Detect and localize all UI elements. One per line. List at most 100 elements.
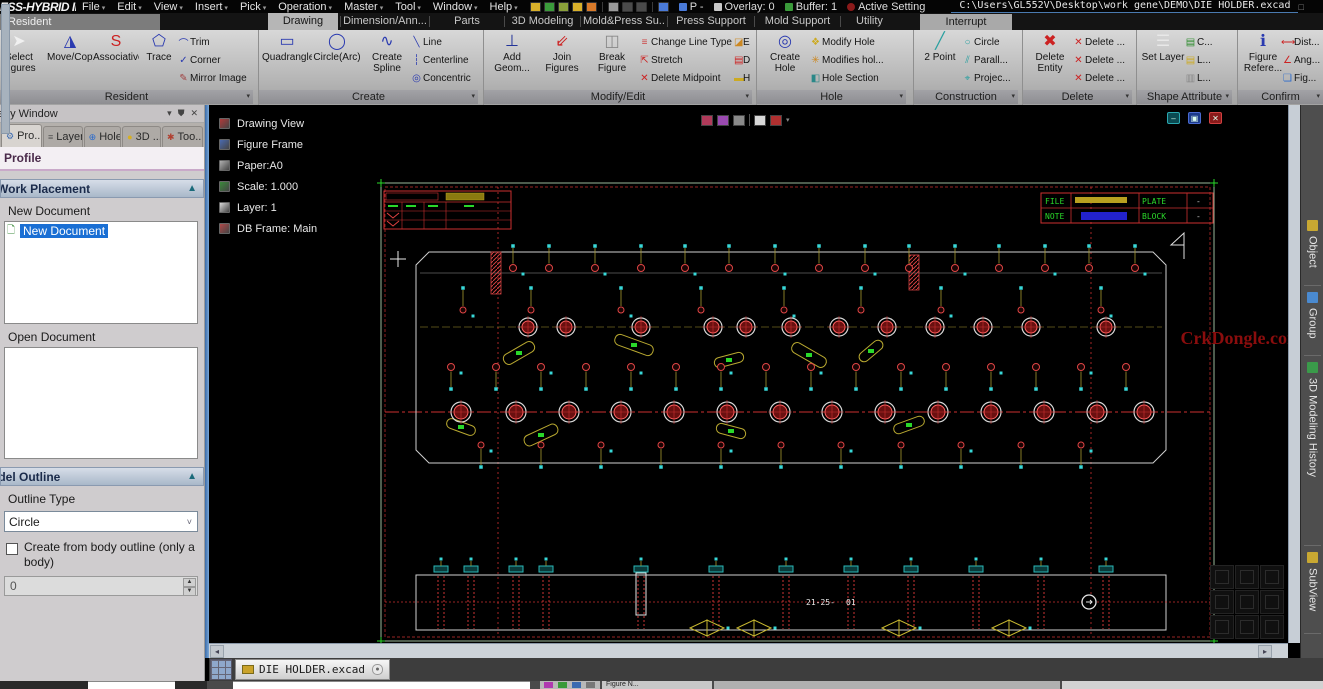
add-geometry-button[interactable]: ⊥Add Geom...: [487, 32, 537, 74]
tab-interrupt[interactable]: Interrupt: [920, 14, 1012, 30]
tab-resident[interactable]: Resident: [0, 14, 160, 30]
delete-option-3-button[interactable]: ✕Delete ...: [1072, 69, 1130, 87]
bottom-tool-icon[interactable]: [544, 682, 553, 688]
undo-icon[interactable]: [622, 2, 633, 12]
panel-tab-hole[interactable]: ⊕Hole: [84, 126, 122, 147]
scroll-right-button[interactable]: ▸: [1258, 645, 1272, 658]
group-label-confirm[interactable]: Confirm▾: [1238, 90, 1323, 104]
group-label-create[interactable]: Create▾: [259, 90, 478, 104]
projection-button[interactable]: ⌖Projec...: [961, 69, 1016, 87]
die-holder-drawing[interactable]: FILENOTEPLATEBLOCK--21-25-01: [209, 105, 1288, 643]
create-spline-button[interactable]: ∿Create Spline: [362, 32, 412, 74]
edit-extra-1-button[interactable]: ◪E: [734, 33, 751, 51]
menu-operation[interactable]: Operation▾: [272, 1, 338, 13]
side-tab-subview[interactable]: SubView: [1301, 549, 1323, 627]
view-orientation-icon[interactable]: [1260, 590, 1284, 614]
canvas-close-button[interactable]: ✕: [1209, 112, 1222, 124]
printer-icon[interactable]: [608, 2, 619, 12]
view-orientation-icon[interactable]: [1210, 590, 1234, 614]
group-label-resident[interactable]: Resident▾: [0, 90, 253, 104]
angle-button[interactable]: ∠Ang...: [1281, 51, 1321, 69]
tab-mold-press-su-[interactable]: Mold&Press Su...: [583, 13, 665, 30]
outline-value-spinner[interactable]: 0 ▲ ▼: [4, 576, 198, 596]
panel-tab-tools[interactable]: ✱Too...: [162, 126, 203, 147]
menu-edit[interactable]: Edit▾: [111, 1, 147, 13]
move-copy-button[interactable]: ◮Move/Copy: [47, 32, 93, 74]
toolbar-more-icon[interactable]: ▾: [786, 116, 790, 124]
figure-confirm-button[interactable]: ❏Fig...: [1281, 69, 1321, 87]
tree-scale[interactable]: Scale: 1.000: [219, 176, 317, 197]
associative-button[interactable]: SAssociative: [93, 32, 139, 74]
tab-mold-support[interactable]: Mold Support: [757, 13, 838, 30]
mirror-image-button[interactable]: ✎Mirror Image: [177, 69, 251, 87]
body-outline-checkbox[interactable]: [6, 543, 18, 555]
centerline-button[interactable]: ┆Centerline: [410, 51, 476, 69]
tree-drawing-view[interactable]: Drawing View: [219, 113, 317, 134]
drawing-canvas[interactable]: FILENOTEPLATEBLOCK--21-25-01 Drawing Vie…: [209, 105, 1288, 643]
menu-master[interactable]: Master▾: [338, 1, 389, 13]
delete-entity-button[interactable]: ✖Delete Entity: [1026, 32, 1074, 74]
edit-extra-2-button[interactable]: ▤D: [734, 51, 751, 69]
quadrangle-button[interactable]: ▭Quadrangle: [262, 32, 312, 74]
shape-attr-c-button[interactable]: ▤C...: [1184, 33, 1230, 51]
side-tab-object[interactable]: Object: [1301, 217, 1323, 279]
tree-figure-frame[interactable]: Figure Frame: [219, 134, 317, 155]
menu-help[interactable]: Help▾: [484, 1, 524, 13]
document-tab[interactable]: DIE HOLDER.excad ●: [235, 659, 390, 680]
parallel-button[interactable]: ⫽Parall...: [961, 51, 1016, 69]
bottom-tool-icon[interactable]: [586, 682, 595, 688]
modify-hole-button[interactable]: ❖Modify Hole: [809, 33, 904, 51]
open-folder-icon[interactable]: [544, 2, 555, 12]
menu-view[interactable]: View▾: [148, 1, 189, 13]
canvas-maximize-button[interactable]: ▣: [1188, 112, 1201, 124]
user-icon[interactable]: [658, 2, 669, 12]
two-point-button[interactable]: ╱2 Point: [917, 32, 963, 63]
stretch-button[interactable]: ⇱Stretch: [638, 51, 734, 69]
change-line-type-button[interactable]: ≡Change Line Type: [638, 33, 734, 51]
bottom-tool-icon[interactable]: [572, 682, 581, 688]
group-label-modify-edit[interactable]: Modify/Edit▾: [484, 90, 752, 104]
corner-button[interactable]: ✓Corner: [177, 51, 251, 69]
tab-parts[interactable]: Parts: [432, 13, 502, 30]
open-document-list[interactable]: [4, 347, 198, 459]
delete-option-2-button[interactable]: ✕Delete ...: [1072, 51, 1130, 69]
export-icon[interactable]: [586, 2, 597, 12]
menu-tool[interactable]: Tool▾: [389, 1, 427, 13]
group-label-hole[interactable]: Hole▾: [757, 90, 906, 104]
new-document-item[interactable]: 🗋 New Document: [5, 222, 197, 240]
create-hole-button[interactable]: ◎Create Hole: [760, 32, 810, 74]
figure-number-box[interactable]: Figure N...: [602, 681, 712, 689]
tab-3d-modeling[interactable]: 3D Modeling: [507, 13, 578, 30]
view-orientation-icon[interactable]: [1260, 565, 1284, 589]
record-icon[interactable]: [770, 115, 782, 126]
view-orientation-icon[interactable]: [1235, 590, 1259, 614]
save-icon[interactable]: [558, 2, 569, 12]
modifies-holes-button[interactable]: ✳Modifies hol...: [809, 51, 904, 69]
set-layer-button[interactable]: ☰Set Layer: [1140, 32, 1186, 63]
vertical-scrollbar-thumb[interactable]: [1, 4, 10, 134]
group-label-delete[interactable]: Delete▾: [1023, 90, 1132, 104]
tab-press-support[interactable]: Press Support: [670, 13, 752, 30]
layer-display-icon[interactable]: [717, 115, 729, 126]
panel-close-button[interactable]: ✕: [190, 108, 198, 119]
panel-tab-3d[interactable]: ●3D ...: [122, 126, 161, 147]
concentric-button[interactable]: ◎Concentric: [410, 69, 476, 87]
shape-attr-l1-button[interactable]: ▤L...: [1184, 51, 1230, 69]
horizontal-scrollbar[interactable]: ◂ ▸: [209, 643, 1288, 658]
shape-attr-l2-button[interactable]: ▥L...: [1184, 69, 1230, 87]
work-placement-header[interactable]: Work Placement ▲: [0, 179, 204, 198]
figure-reference-button[interactable]: ℹFigure Refere...: [1241, 32, 1285, 74]
spinner-up-button[interactable]: ▲: [183, 578, 196, 587]
list-display-icon[interactable]: [754, 115, 766, 126]
view-orientation-icon[interactable]: [1210, 565, 1234, 589]
document-tab-close-icon[interactable]: ●: [372, 664, 383, 675]
delete-midpoint-button[interactable]: ✕Delete Midpoint: [638, 69, 734, 87]
menu-window[interactable]: Window▾: [427, 1, 484, 13]
tab-dimension-ann-[interactable]: Dimension/Ann...: [343, 13, 427, 30]
grid-toggle-button[interactable]: [210, 659, 232, 680]
view-orientation-icon[interactable]: [1210, 615, 1234, 639]
line-button[interactable]: ╲Line: [410, 33, 476, 51]
edit-extra-3-button[interactable]: ▬H: [734, 69, 751, 87]
construction-circle-button[interactable]: ○Circle: [961, 33, 1016, 51]
collapse-arrow-icon[interactable]: ▲: [187, 471, 197, 482]
